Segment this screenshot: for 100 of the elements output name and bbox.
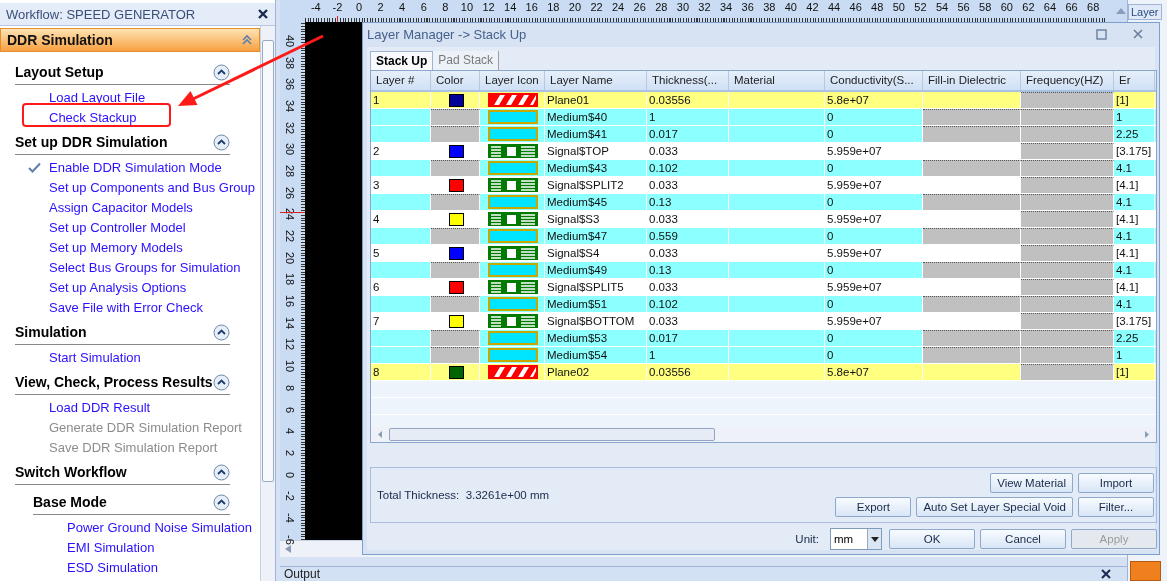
section-header[interactable]: Switch Workflow [15, 460, 230, 485]
table-cell: 1 [371, 92, 431, 108]
ruler-label: 60 [999, 0, 1014, 15]
column-header[interactable]: Layer Icon [480, 71, 545, 90]
table-cell: Medium$53 [545, 330, 647, 346]
table-cell: 2.25 [1114, 330, 1155, 346]
ruler-label: 52 [913, 0, 928, 15]
close-icon[interactable] [257, 8, 269, 20]
table-cell: [1] [1114, 364, 1155, 380]
workflow-link[interactable]: Load Layout File [49, 89, 146, 105]
ruler-label: 38 [284, 56, 296, 69]
ruler-label: 4 [284, 428, 296, 435]
ruler-label: 22 [589, 0, 604, 15]
dialog-button[interactable]: Cancel [980, 529, 1066, 549]
scrollbar-thumb[interactable] [262, 40, 274, 482]
workflow-link[interactable]: Select Bus Groups for Simulation [49, 259, 241, 275]
ruler-label: 64 [1042, 0, 1058, 15]
workflow-link[interactable]: Power Ground Noise Simulation [67, 519, 252, 535]
column-header[interactable]: Fill-in Dielectric [923, 71, 1021, 90]
color-swatch[interactable] [448, 212, 464, 226]
workflow-link[interactable]: Save File with Error Check [49, 299, 203, 315]
column-header[interactable]: Thickness(... [647, 71, 729, 90]
section-header[interactable]: Set up DDR Simulation [15, 130, 230, 155]
column-header[interactable]: Layer Name [545, 71, 647, 90]
ruler-label: 10 [284, 360, 296, 373]
workflow-header[interactable]: DDR Simulation [0, 28, 260, 52]
section-header[interactable]: Simulation [15, 320, 230, 345]
close-icon[interactable] [1101, 569, 1111, 579]
section-title: Layout Setup [15, 64, 104, 80]
collapse-icon[interactable] [213, 373, 230, 391]
table-cell [431, 160, 480, 176]
ruler-label: 32 [284, 121, 296, 134]
table-cell: [3.175] [1114, 313, 1155, 329]
unit-dropdown[interactable]: mm [830, 528, 882, 550]
action-button[interactable]: Auto Set Layer Special Void [916, 497, 1073, 517]
section-header[interactable]: Layout Setup [15, 60, 230, 85]
color-swatch[interactable] [448, 365, 464, 379]
color-swatch[interactable] [448, 246, 464, 260]
table-cell: 0.03556 [647, 364, 729, 380]
table-cell [431, 296, 480, 312]
ruler-label: 22 [284, 229, 296, 243]
table-cell: [4.1] [1114, 211, 1155, 227]
workflow-link[interactable]: Load DDR Result [49, 399, 151, 415]
column-header[interactable]: Material [729, 71, 825, 90]
workflow-link[interactable]: Assign Capacitor Models [49, 199, 193, 215]
collapse-icon[interactable] [213, 493, 230, 511]
ruler-label: 30 [675, 0, 690, 15]
tab[interactable]: Stack Up [370, 51, 434, 70]
color-swatch[interactable] [448, 93, 464, 107]
panel-title: Workflow: SPEED GENERATOR [6, 6, 196, 22]
section-title: Set up DDR Simulation [15, 134, 168, 150]
color-swatch[interactable] [448, 144, 464, 158]
action-button[interactable]: Filter... [1078, 497, 1154, 517]
color-swatch[interactable] [448, 280, 464, 294]
column-header[interactable]: Color [431, 71, 480, 90]
table-cell: Medium$51 [545, 296, 647, 312]
column-header[interactable]: Conductivity(S... [825, 71, 923, 90]
workflow-link[interactable]: Check Stackup [49, 109, 137, 125]
panel-tab[interactable]: Layer [1128, 4, 1162, 20]
ruler-label: 56 [956, 0, 971, 15]
collapse-icon[interactable] [213, 63, 230, 81]
maximize-icon[interactable] [1096, 28, 1107, 40]
ruler-label: 26 [632, 0, 647, 15]
color-swatch[interactable] [448, 314, 464, 328]
collapse-icon[interactable] [213, 133, 230, 151]
ruler-label: 4 [398, 0, 407, 15]
table-cell [431, 228, 480, 244]
ruler-label: 2 [284, 449, 296, 456]
collapse-icon[interactable] [213, 323, 230, 341]
column-header[interactable]: Frequency(HZ) [1021, 71, 1114, 90]
ruler-label: 66 [1064, 0, 1079, 15]
table-cell: 4.1 [1114, 262, 1155, 278]
table-cell: 4.1 [1114, 228, 1155, 244]
color-swatch[interactable] [448, 178, 464, 192]
workflow-link[interactable]: Set up Memory Models [49, 239, 183, 255]
scrollbar[interactable] [371, 427, 1156, 442]
scrollbar-thumb[interactable] [389, 428, 715, 441]
table-cell: [1] [1114, 92, 1155, 108]
action-button[interactable]: View Material [990, 473, 1073, 493]
workflow-link[interactable]: Set up Components and Bus Group [49, 179, 255, 195]
table-cell: 0.017 [647, 330, 729, 346]
scrollbar[interactable] [260, 26, 275, 581]
workflow-link[interactable]: ESD Simulation [67, 559, 159, 575]
tab[interactable]: Pad Stack [433, 51, 500, 70]
action-button[interactable]: Export [835, 497, 912, 517]
table-cell: 0.033 [647, 143, 729, 159]
workflow-link[interactable]: Start Simulation [49, 349, 141, 365]
table-cell: 6 [371, 279, 431, 295]
action-button[interactable]: Import [1078, 473, 1154, 493]
section-header[interactable]: Base Mode [33, 490, 230, 515]
column-header[interactable]: Er [1114, 71, 1155, 90]
column-header[interactable]: Layer # [371, 71, 431, 90]
dialog-button[interactable]: OK [889, 529, 975, 549]
workflow-link[interactable]: Set up Controller Model [49, 219, 186, 235]
workflow-link[interactable]: EMI Simulation [67, 539, 155, 555]
workflow-link[interactable]: Set up Analysis Options [49, 279, 187, 295]
ruler-label: 68 [1086, 0, 1101, 15]
collapse-icon[interactable] [213, 463, 230, 481]
workflow-link[interactable]: Enable DDR Simulation Mode [49, 159, 222, 175]
section-header[interactable]: View, Check, Process Results [15, 370, 230, 395]
